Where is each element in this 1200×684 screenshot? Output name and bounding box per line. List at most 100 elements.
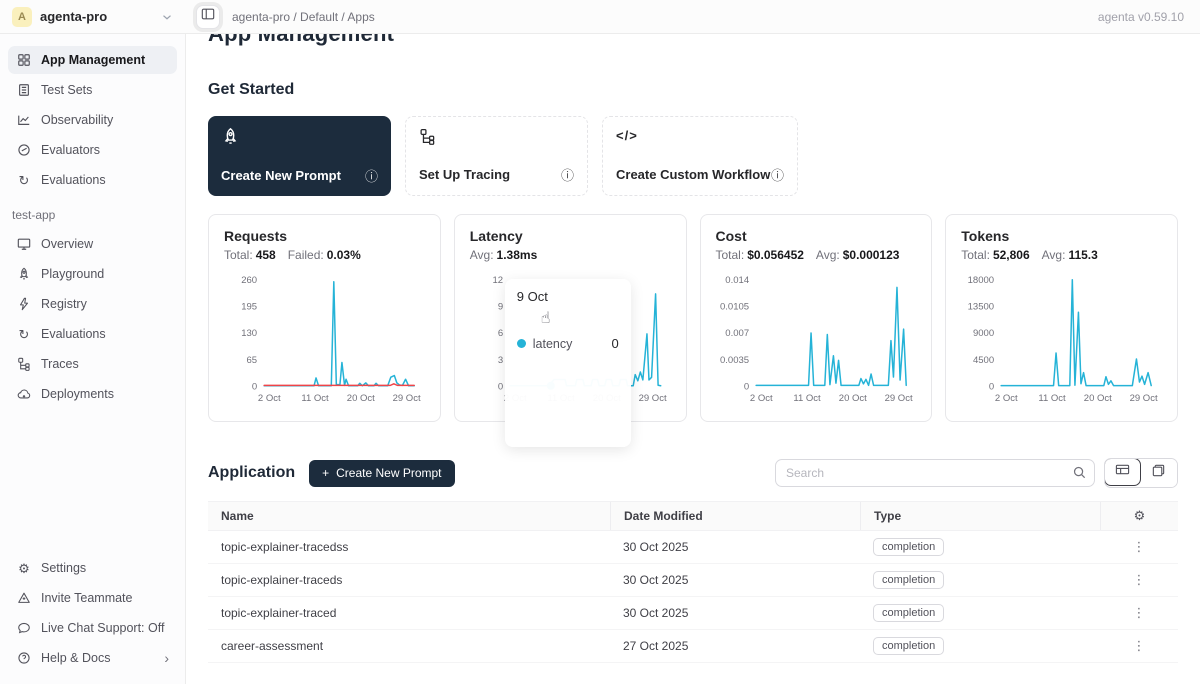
chat-icon [16, 621, 32, 635]
chart-title: Cost [716, 228, 917, 244]
sidebar-item-live-chat[interactable]: Live Chat Support: Off [8, 614, 177, 642]
refresh-icon: ↻ [16, 328, 32, 341]
type-badge: completion [873, 538, 944, 556]
svg-text:0: 0 [989, 381, 994, 392]
cost-line-chart[interactable]: 00.00350.0070.01050.0142 Oct11 Oct20 Oct… [716, 268, 917, 410]
create-new-prompt-card[interactable]: Create New Prompt ⓘ [208, 116, 391, 196]
table-row[interactable]: topic-explainer-traced 30 Oct 2025 compl… [208, 597, 1178, 630]
sidebar-item-test-sets[interactable]: Test Sets [8, 76, 177, 104]
column-header-name[interactable]: Name [208, 502, 610, 530]
get-started-heading: Get Started [208, 81, 1178, 99]
svg-text:3: 3 [498, 355, 503, 366]
trace-tree-icon [419, 128, 574, 145]
table-row[interactable]: career-assessment 27 Oct 2025 completion… [208, 630, 1178, 663]
card-label: Set Up Tracing [419, 167, 510, 182]
tooltip-date: 9 Oct [517, 289, 619, 304]
svg-text:29 Oct: 29 Oct [884, 393, 912, 404]
rocket-icon [221, 127, 378, 146]
workspace-selector[interactable]: A agenta-pro [0, 7, 186, 27]
sidebar-item-label: Invite Teammate [41, 591, 132, 605]
sidebar-item-traces[interactable]: Traces [8, 350, 177, 378]
sidebar-item-playground[interactable]: Playground [8, 260, 177, 288]
row-menu-kebab-icon[interactable]: ⋮ [1127, 537, 1152, 557]
table-row[interactable]: topic-explainer-traceds 30 Oct 2025 comp… [208, 564, 1178, 597]
date-modified: 30 Oct 2025 [610, 540, 860, 554]
svg-text:260: 260 [241, 275, 257, 286]
svg-text:18000: 18000 [968, 275, 994, 286]
sidebar-item-app-evaluations[interactable]: ↻ Evaluations [8, 320, 177, 348]
sidebar-item-label: Deployments [41, 387, 114, 401]
breadcrumb[interactable]: agenta-pro / Default / Apps [232, 10, 375, 24]
tokens-chart-card: Tokens Total:52,806 Avg:115.3 0450090001… [945, 214, 1178, 422]
svg-text:29 Oct: 29 Oct [1130, 393, 1158, 404]
date-modified: 27 Oct 2025 [610, 639, 860, 653]
card-view-button[interactable] [1140, 459, 1177, 487]
cloud-icon [16, 387, 32, 401]
sidebar-item-label: Evaluations [41, 173, 106, 187]
table-view-button[interactable] [1104, 458, 1141, 486]
column-header-type[interactable]: Type [860, 502, 1100, 530]
table-row[interactable]: topic-explainer-tracedss 30 Oct 2025 com… [208, 531, 1178, 564]
type-badge: completion [873, 637, 944, 655]
sidebar-item-overview[interactable]: Overview [8, 230, 177, 258]
set-up-tracing-card[interactable]: Set Up Tracing ⓘ [405, 116, 588, 196]
latency-chart-card: Latency Avg:1.38ms 0369122 Oct11 Oct20 O… [454, 214, 687, 422]
sidebar-item-invite-teammate[interactable]: Invite Teammate [8, 584, 177, 612]
sidebar-item-label: Traces [41, 357, 79, 371]
svg-text:0.0105: 0.0105 [720, 302, 749, 313]
svg-text:20 Oct: 20 Oct [1084, 393, 1112, 404]
svg-text:11 Oct: 11 Oct [301, 393, 329, 404]
sidebar-item-help-docs[interactable]: Help & Docs › [8, 644, 177, 672]
main-content: App Management Get Started Create New Pr… [186, 0, 1200, 663]
sidebar-item-settings[interactable]: ⚙ Settings [8, 554, 177, 582]
chart-stats: Total:$0.056452 Avg:$0.000123 [716, 248, 917, 262]
create-custom-workflow-card[interactable]: </> Create Custom Workflow ⓘ [602, 116, 798, 196]
svg-text:0: 0 [252, 381, 257, 392]
code-icon: </> [616, 128, 784, 143]
sidebar-footer: ⚙ Settings Invite Teammate Live Chat Sup… [8, 554, 177, 674]
row-menu-kebab-icon[interactable]: ⋮ [1127, 570, 1152, 590]
svg-text:0.014: 0.014 [725, 275, 750, 286]
application-heading: Application [208, 464, 295, 482]
workspace-avatar: A [12, 7, 32, 27]
info-icon[interactable]: ⓘ [771, 165, 784, 184]
svg-text:29 Oct: 29 Oct [638, 393, 666, 404]
sidebar-item-label: Registry [41, 297, 87, 311]
info-icon[interactable]: ⓘ [561, 165, 574, 184]
sidebar-item-app-management[interactable]: App Management [8, 46, 177, 74]
row-menu-kebab-icon[interactable]: ⋮ [1127, 603, 1152, 623]
rocket-icon [16, 267, 32, 281]
create-new-prompt-button[interactable]: + Create New Prompt [309, 460, 454, 487]
card-label: Create Custom Workflow [616, 167, 770, 182]
sidebar-item-registry[interactable]: Registry [8, 290, 177, 318]
app-name: topic-explainer-traced [208, 606, 610, 620]
tokens-line-chart[interactable]: 04500900013500180002 Oct11 Oct20 Oct29 O… [961, 268, 1162, 410]
sidebar-item-observability[interactable]: Observability [8, 106, 177, 134]
svg-text:11 Oct: 11 Oct [1039, 393, 1067, 404]
search-input[interactable] [775, 459, 1095, 487]
chevron-right-icon: › [164, 650, 169, 666]
svg-text:6: 6 [498, 328, 503, 339]
info-icon[interactable]: ⓘ [365, 166, 378, 185]
chart-stats: Total:52,806 Avg:115.3 [961, 248, 1162, 262]
svg-text:2 Oct: 2 Oct [749, 393, 772, 404]
svg-text:2 Oct: 2 Oct [995, 393, 1018, 404]
grid-icon [16, 53, 32, 67]
column-header-date-modified[interactable]: Date Modified [610, 502, 860, 530]
chevron-down-icon [160, 10, 174, 24]
table-body: topic-explainer-tracedss 30 Oct 2025 com… [208, 531, 1178, 663]
sidebar-item-deployments[interactable]: Deployments [8, 380, 177, 408]
requests-line-chart[interactable]: 0651301952602 Oct11 Oct20 Oct29 Oct [224, 268, 425, 410]
row-menu-kebab-icon[interactable]: ⋮ [1127, 636, 1152, 656]
sidebar-item-evaluators[interactable]: Evaluators [8, 136, 177, 164]
svg-text:130: 130 [241, 328, 257, 339]
trace-tree-icon [16, 357, 32, 371]
application-header: Application + Create New Prompt [208, 458, 1178, 488]
svg-text:11 Oct: 11 Oct [793, 393, 821, 404]
table-settings-gear-icon[interactable]: ⚙ [1134, 508, 1146, 524]
sidebar-item-evaluations[interactable]: ↻ Evaluations [8, 166, 177, 194]
svg-text:195: 195 [241, 302, 257, 313]
sidebar-item-label: Live Chat Support: Off [41, 621, 164, 635]
sidebar-collapse-button[interactable] [196, 5, 220, 29]
svg-text:65: 65 [247, 355, 258, 366]
